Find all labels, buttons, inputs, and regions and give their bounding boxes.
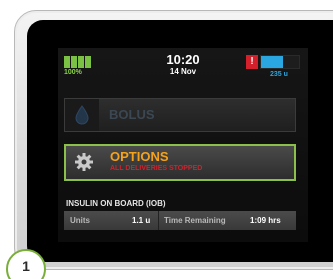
iob-divider — [158, 211, 159, 230]
iob-time-remaining-value: 1:09 hrs — [250, 216, 281, 225]
iob-units-label: Units — [70, 216, 90, 225]
iob-time-remaining-label: Time Remaining — [164, 216, 226, 225]
reservoir-level-fill — [261, 56, 284, 68]
reservoir-units: 235 u — [270, 71, 288, 78]
iob-units-value: 1.1 u — [132, 216, 151, 225]
iob-title: INSULIN ON BOARD (IOB) — [66, 199, 166, 208]
pump-display: 100% 10:20 14 Nov ! 235 u BOLUS OPTIONS … — [58, 48, 308, 242]
options-label: OPTIONS — [110, 149, 169, 164]
gear-icon — [66, 146, 100, 179]
insulin-drop-icon — [65, 99, 99, 131]
bolus-label: BOLUS — [109, 107, 155, 122]
bolus-button[interactable]: BOLUS — [64, 98, 296, 132]
pump-screen-illustration: 100% 10:20 14 Nov ! 235 u BOLUS OPTIONS … — [0, 0, 333, 279]
reservoir-icon — [260, 55, 300, 69]
alert-icon[interactable]: ! — [246, 55, 258, 69]
options-button[interactable]: OPTIONS ALL DELIVERIES STOPPED — [64, 144, 296, 181]
deliveries-stopped-notice: ALL DELIVERIES STOPPED — [110, 165, 203, 172]
iob-summary-bar: Units 1.1 u Time Remaining 1:09 hrs — [64, 211, 296, 230]
